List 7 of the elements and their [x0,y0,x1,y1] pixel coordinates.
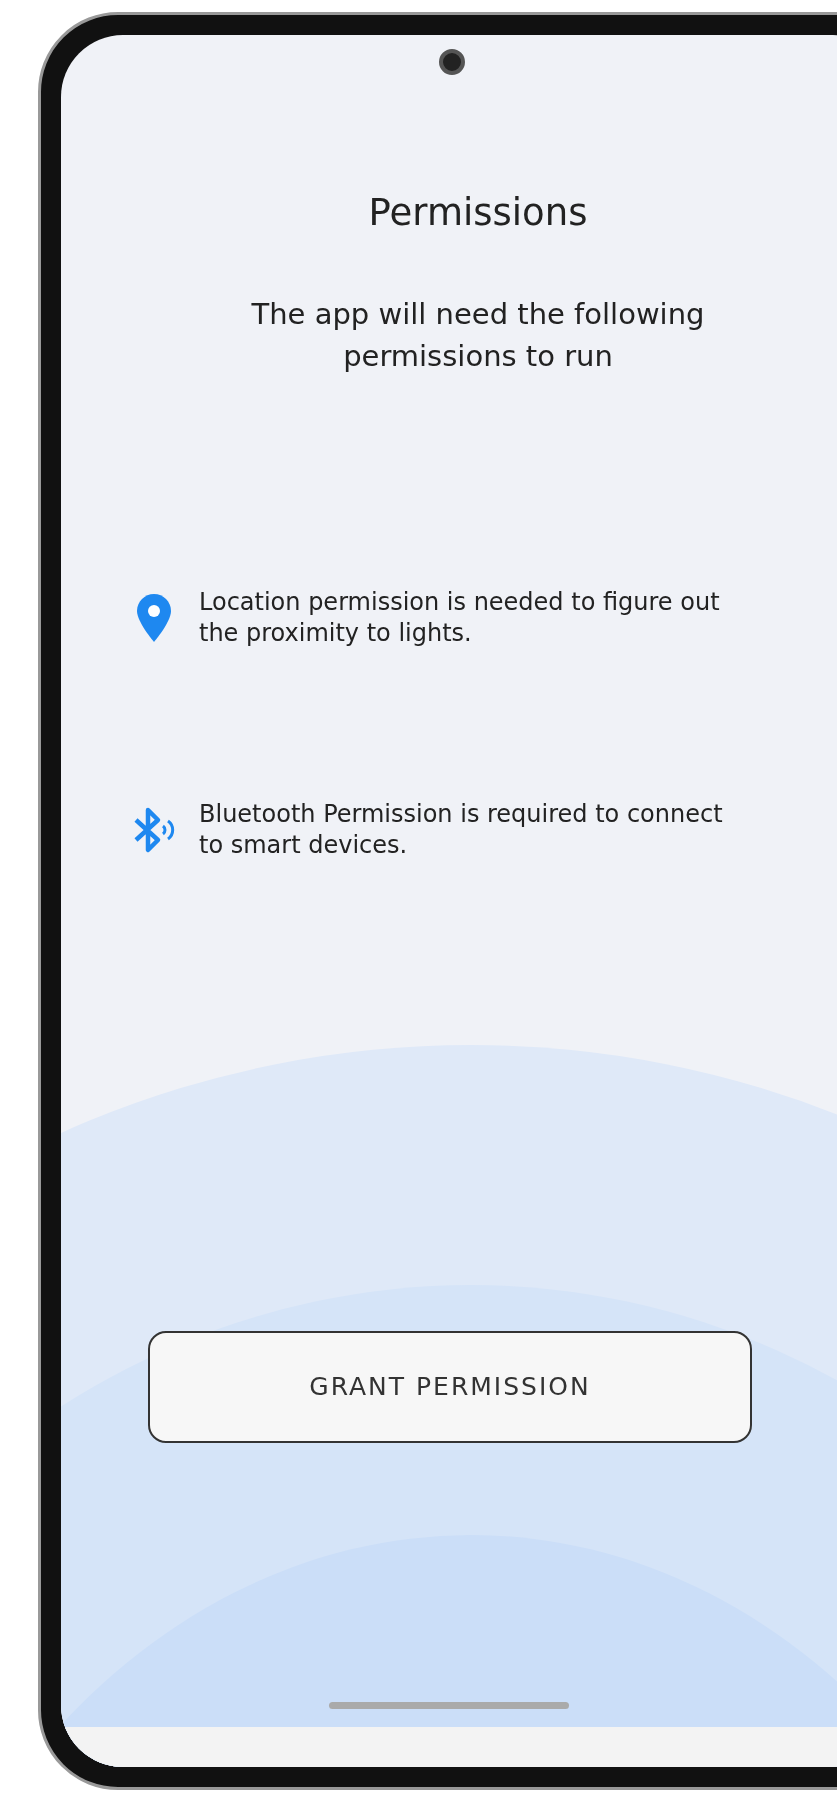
permission-description: Bluetooth Permission is required to connect to smart devices. [199,798,724,861]
grant-permission-button[interactable]: GRANT PERMISSION [148,1331,752,1443]
camera-icon [439,49,465,75]
permission-description: Location permission is needed to figure out the proximity to lights. [199,586,721,649]
screen-title: Permissions [368,190,588,236]
screen-subtitle: The app will need the following permissions to run [250,295,706,375]
location-pin-icon [137,593,171,642]
